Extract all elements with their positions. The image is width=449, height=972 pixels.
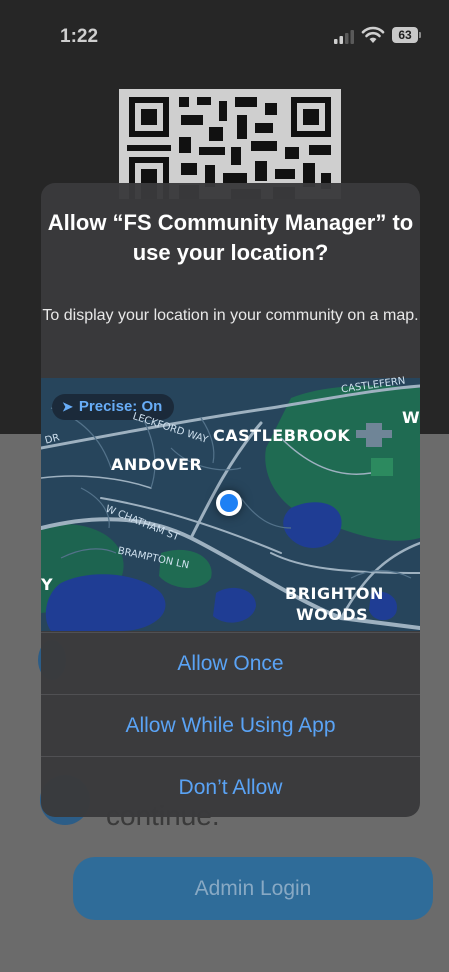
cellular-signal-icon xyxy=(334,30,354,44)
map-area-label: CASTLEBROOK xyxy=(213,426,351,445)
battery-level: 63 xyxy=(392,27,418,43)
battery-icon: 63 xyxy=(392,27,422,43)
dont-allow-button[interactable]: Don’t Allow xyxy=(41,756,420,817)
alert-title: Allow “FS Community Manager” to use your… xyxy=(47,210,414,265)
wifi-icon xyxy=(361,26,385,43)
allow-once-button[interactable]: Allow Once xyxy=(41,632,420,695)
current-location-dot xyxy=(216,490,242,516)
map-area-label: WOODS xyxy=(296,605,369,624)
allow-while-using-button[interactable]: Allow While Using App xyxy=(41,694,420,757)
map-area-label: WI xyxy=(402,408,420,427)
status-time: 1:22 xyxy=(60,26,99,47)
status-bar: 1:22 63 xyxy=(0,0,449,70)
map-area-label: Y xyxy=(41,575,54,594)
alert-message: To display your location in your communi… xyxy=(42,307,419,324)
admin-login-button[interactable]: Admin Login xyxy=(73,857,433,920)
location-arrow-icon: ➤ xyxy=(62,399,73,414)
precise-label: Precise: On xyxy=(78,398,163,415)
map-area-label: BRIGHTON xyxy=(285,584,384,603)
precise-location-toggle[interactable]: ➤ Precise: On xyxy=(52,394,175,420)
location-permission-alert: Allow “FS Community Manager” to use your… xyxy=(41,183,420,817)
map-area-label: ANDOVER xyxy=(111,455,203,474)
